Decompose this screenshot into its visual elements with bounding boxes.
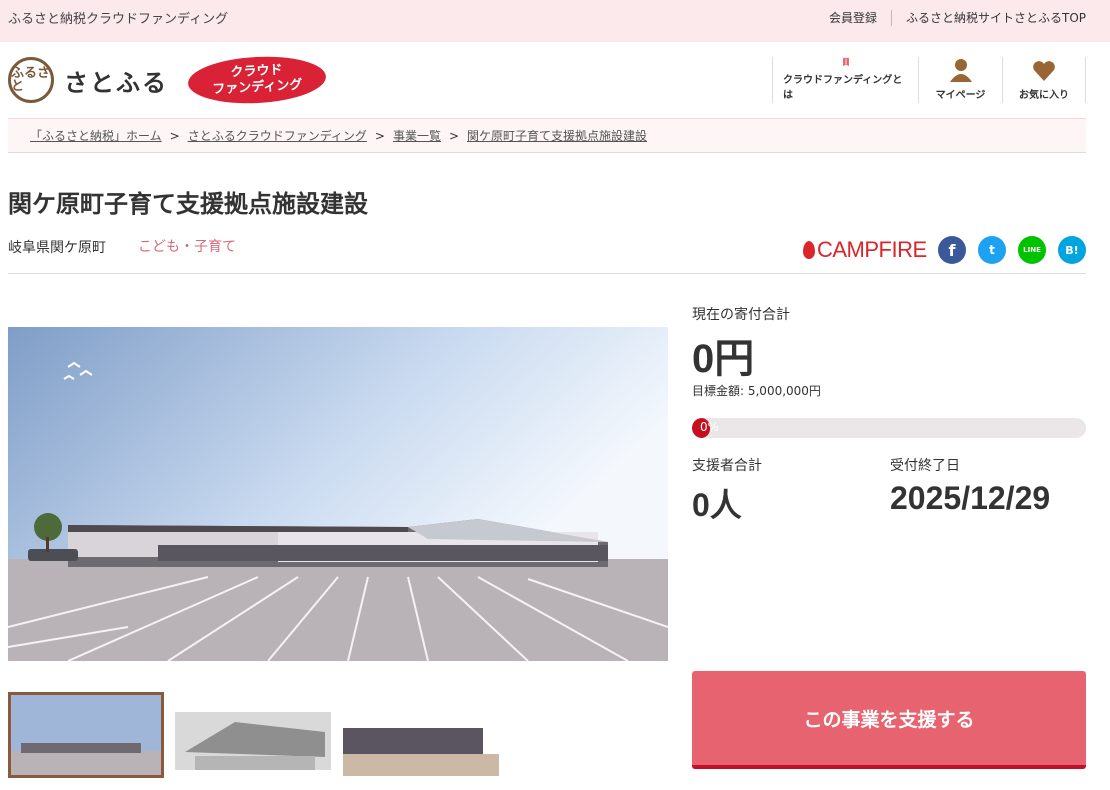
deadline-label: 受付終了日 — [890, 458, 960, 474]
region-label: 岐阜県関ケ原町 — [8, 240, 106, 256]
logo-mark: ふるさと — [8, 57, 54, 103]
breadcrumb-separator: > — [169, 128, 180, 143]
backers-value: 0人 — [692, 487, 742, 523]
logo[interactable]: ふるさと さとふる クラウド ファンディング — [8, 53, 328, 107]
flame-icon — [803, 241, 815, 259]
breadcrumb-projects[interactable]: 事業一覧 — [393, 127, 441, 144]
thumbnail-2[interactable] — [175, 712, 331, 770]
category-tag[interactable]: こども・子育て — [138, 236, 236, 256]
site-name: ふるさと納税クラウドファンディング — [8, 12, 229, 27]
badge-line2: ファンディング — [212, 77, 303, 98]
breadcrumb: 「ふるさと納税」ホーム > さとふるクラウドファンディング > 事業一覧 > 関… — [8, 118, 1086, 153]
progress-bar: 0% — [692, 418, 1086, 438]
breadcrumb-separator: > — [448, 128, 460, 143]
project-main-image — [8, 327, 668, 661]
support-project-button[interactable]: この事業を支援する — [692, 671, 1086, 769]
thumbnail-1[interactable] — [8, 692, 164, 778]
breadcrumb-home[interactable]: 「ふるさと納税」ホーム — [30, 127, 162, 144]
top-bar: ふるさと納税クラウドファンディング 会員登録 ふるさと納税サイトさとふるTOP — [0, 0, 1110, 42]
satofull-top-link[interactable]: ふるさと納税サイトさとふるTOP — [906, 9, 1086, 26]
campfire-text: CAMPFIRE — [817, 237, 927, 262]
nav-mypage[interactable]: マイページ — [918, 57, 1002, 103]
header-nav: クラウドファンディングとは マイページ お気に入り — [772, 57, 1086, 103]
project-meta: 岐阜県関ケ原町 こども・子育て CAMPFIRE f t LINE B! — [8, 236, 1086, 274]
total-donation-label: 現在の寄付合計 — [692, 307, 790, 323]
line-share-icon[interactable]: LINE — [1018, 236, 1046, 264]
breadcrumb-crowdfunding[interactable]: さとふるクラウドファンディング — [188, 127, 367, 144]
register-link[interactable]: 会員登録 — [829, 9, 877, 26]
person-icon — [949, 59, 972, 82]
nav-about[interactable]: クラウドファンディングとは — [772, 57, 918, 103]
heart-icon — [1033, 61, 1055, 81]
page-title: 関ケ原町子育て支援拠点施設建設 — [8, 190, 368, 218]
divider — [890, 9, 892, 26]
thumbnail-3[interactable] — [343, 724, 499, 776]
logo-text: さとふる — [64, 68, 168, 97]
nav-mypage-label: マイページ — [935, 90, 986, 101]
book-icon — [842, 57, 849, 67]
total-donation-value: 0円 — [692, 337, 755, 381]
deadline-value: 2025/12/29 — [890, 480, 1051, 516]
twitter-share-icon[interactable]: t — [978, 236, 1006, 264]
backers-label: 支援者合計 — [692, 458, 762, 474]
campfire-logo: CAMPFIRE — [803, 236, 927, 264]
hatena-bookmark-icon[interactable]: B! — [1058, 236, 1086, 264]
nav-about-label: クラウドファンディングとは — [783, 75, 903, 101]
top-links: 会員登録 ふるさと納税サイトさとふるTOP — [829, 9, 1086, 26]
breadcrumb-separator: > — [374, 128, 385, 143]
goal-amount: 目標金額: 5,000,000円 — [692, 384, 821, 398]
facebook-share-icon[interactable]: f — [938, 236, 966, 264]
nav-favorites[interactable]: お気に入り — [1002, 57, 1086, 103]
progress-percent: 0% — [700, 420, 720, 434]
crowdfunding-badge[interactable]: クラウド ファンディング — [186, 53, 328, 107]
nav-favorites-label: お気に入り — [1019, 90, 1069, 101]
breadcrumb-current[interactable]: 関ケ原町子育て支援拠点施設建設 — [467, 127, 647, 144]
